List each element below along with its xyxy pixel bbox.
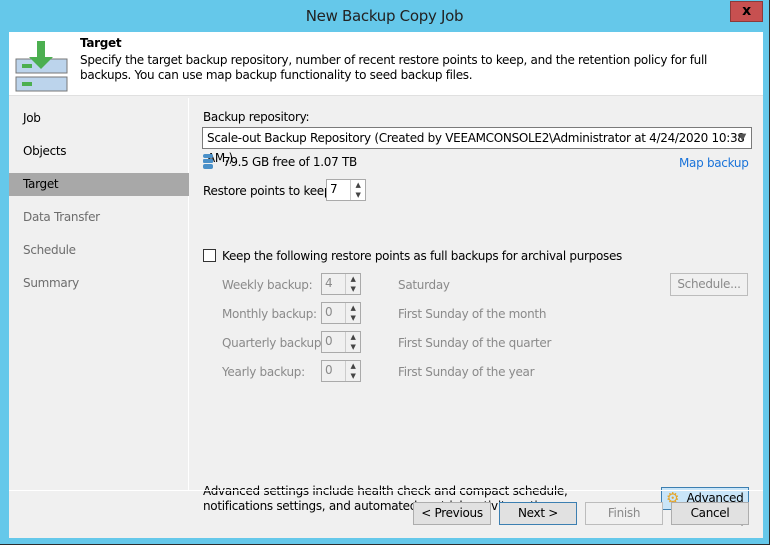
- footer-divider: [9, 490, 763, 491]
- page-description: Specify the target backup repository, nu…: [80, 53, 708, 82]
- monthly-desc: First Sunday of the month: [398, 307, 547, 321]
- quarterly-label: Quarterly backup:: [222, 336, 325, 350]
- quarterly-desc: First Sunday of the quarter: [398, 336, 552, 350]
- restore-points-label: Restore points to keep:: [203, 184, 335, 198]
- map-backup-link[interactable]: Map backup: [679, 156, 749, 170]
- monthly-label: Monthly backup:: [222, 307, 317, 321]
- restore-points-stepper[interactable]: 7 ▲ ▼: [326, 179, 366, 201]
- dialog-window: New Backup Copy Job x Target Specify the…: [0, 0, 770, 545]
- chevron-down-icon: ▼: [738, 132, 747, 143]
- repository-dropdown[interactable]: Scale-out Backup Repository (Created by …: [202, 127, 752, 165]
- cancel-button[interactable]: Cancel: [671, 502, 749, 525]
- restore-points-value: 7: [330, 182, 338, 196]
- quarterly-stepper: 0 ▲ ▼: [321, 331, 361, 353]
- wizard-header: Target Specify the target backup reposit…: [9, 32, 763, 96]
- database-icon: [203, 154, 213, 169]
- weekly-desc: Saturday: [398, 278, 450, 292]
- step-data-transfer: Data Transfer: [23, 210, 100, 224]
- finish-button: Finish: [585, 502, 663, 525]
- wizard-steps: Job Objects Target Data Transfer Schedul…: [9, 98, 189, 490]
- step-schedule: Schedule: [23, 243, 76, 257]
- step-target[interactable]: Target: [9, 173, 189, 196]
- dialog-client: Target Specify the target backup reposit…: [9, 32, 763, 538]
- stepper-arrows: ▲ ▼: [345, 332, 360, 352]
- yearly-desc: First Sunday of the year: [398, 365, 535, 379]
- archival-label: Keep the following restore points as ful…: [222, 249, 622, 263]
- step-summary: Summary: [23, 276, 79, 290]
- monthly-value: 0: [325, 305, 333, 319]
- target-panel: Backup repository: Scale-out Backup Repo…: [190, 98, 763, 526]
- yearly-value: 0: [325, 363, 333, 377]
- schedule-button: Schedule...: [670, 273, 748, 296]
- stepper-arrows: ▲ ▼: [345, 274, 360, 294]
- weekly-label: Weekly backup:: [222, 278, 313, 292]
- quarterly-value: 0: [325, 334, 333, 348]
- stepper-arrows: ▲ ▼: [345, 303, 360, 323]
- stepper-arrows[interactable]: ▲ ▼: [350, 180, 365, 200]
- close-button[interactable]: x: [730, 1, 763, 22]
- yearly-label: Yearly backup:: [222, 365, 305, 379]
- monthly-stepper: 0 ▲ ▼: [321, 302, 361, 324]
- archival-checkbox[interactable]: [203, 249, 216, 262]
- previous-button[interactable]: < Previous: [413, 502, 491, 525]
- weekly-stepper: 4 ▲ ▼: [321, 273, 361, 295]
- weekly-value: 4: [325, 276, 333, 290]
- step-objects[interactable]: Objects: [9, 140, 189, 163]
- free-space: 79.5 GB free of 1.07 TB: [223, 155, 357, 169]
- repo-label: Backup repository:: [203, 110, 310, 124]
- backup-target-icon: [15, 41, 68, 92]
- next-button[interactable]: Next >: [499, 502, 577, 525]
- yearly-stepper: 0 ▲ ▼: [321, 360, 361, 382]
- stepper-arrows: ▲ ▼: [345, 361, 360, 381]
- step-job[interactable]: Job: [9, 107, 189, 130]
- page-title: Target: [80, 36, 122, 50]
- window-title: New Backup Copy Job: [305, 7, 464, 25]
